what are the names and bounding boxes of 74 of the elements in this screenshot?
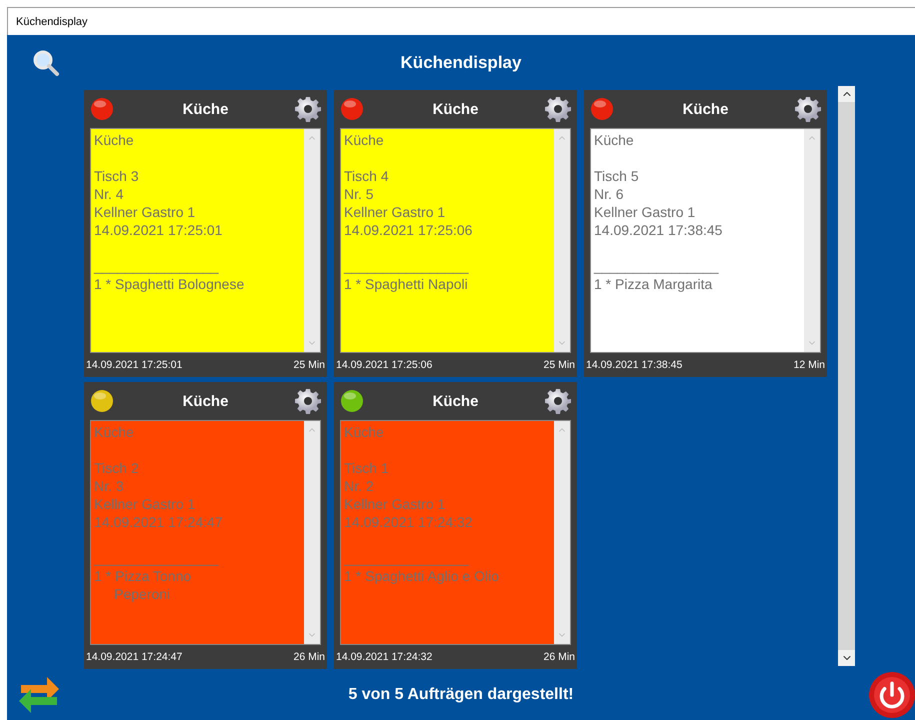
scrollbar[interactable] [554, 129, 570, 352]
status-light-icon [590, 97, 614, 121]
ticket-line: Tisch 5 [594, 167, 639, 185]
ticket-line: Tisch 2 [94, 459, 139, 477]
ticket-line: Kellner Gastro 1 [94, 495, 196, 513]
separator-line: ________________ [344, 257, 469, 275]
card-title: Küche [432, 100, 478, 118]
scroll-down-button[interactable] [838, 650, 855, 666]
order-item: 1 * Spaghetti Napoli [344, 275, 468, 293]
ticket-line: Nr. 5 [344, 185, 374, 203]
status-light-icon [90, 389, 114, 413]
status-message: 5 von 5 Aufträgen dargestellt! [348, 686, 574, 704]
power-icon[interactable] [869, 672, 915, 718]
card-title: Küche [682, 100, 728, 118]
scroll-up-button[interactable] [838, 86, 855, 102]
gear-icon[interactable] [795, 96, 821, 122]
elapsed-time: 26 Min [543, 651, 575, 663]
ticket-line: Küche [94, 423, 134, 441]
ticket-line: Küche [594, 131, 634, 149]
order-timestamp: 14.09.2021 17:25:01 [86, 359, 182, 371]
card-title: Küche [182, 392, 228, 410]
ticket-line: Tisch 1 [344, 459, 389, 477]
order-timestamp: 14.09.2021 17:25:06 [336, 359, 432, 371]
elapsed-time: 25 Min [293, 359, 325, 371]
app-heading: Küchendisplay [400, 52, 522, 72]
scrollbar[interactable] [554, 421, 570, 644]
order-timestamp: 14.09.2021 17:24:32 [336, 651, 432, 663]
status-light-icon [340, 389, 364, 413]
elapsed-time: 26 Min [293, 651, 325, 663]
ticket-line: Kellner Gastro 1 [344, 203, 446, 221]
scrollbar[interactable] [838, 86, 855, 666]
order-timestamp: 14.09.2021 17:38:45 [586, 359, 682, 371]
order-timestamp: 14.09.2021 17:24:47 [86, 651, 182, 663]
ticket-line: Küche [344, 131, 384, 149]
ticket-line: Tisch 4 [344, 167, 389, 185]
order-item: 1 * Spaghetti Aglio e Olio [344, 567, 499, 585]
ticket-line: 14.09.2021 17:24:47 [94, 513, 222, 531]
scrollbar[interactable] [304, 421, 320, 644]
gear-icon[interactable] [545, 388, 571, 414]
separator-line: ________________ [94, 549, 219, 567]
card-title: Küche [432, 392, 478, 410]
ticket-line: Nr. 2 [344, 477, 374, 495]
elapsed-time: 12 Min [793, 359, 825, 371]
ticket-line: Küche [94, 131, 134, 149]
ticket-line: 14.09.2021 17:24:32 [344, 513, 472, 531]
ticket-line: Kellner Gastro 1 [594, 203, 696, 221]
status-light-icon [340, 97, 364, 121]
gear-icon[interactable] [295, 388, 321, 414]
order-item: 1 * Pizza Tonno [94, 567, 192, 585]
card-title: Küche [182, 100, 228, 118]
separator-line: ________________ [594, 257, 719, 275]
order-item: 1 * Pizza Margarita [594, 275, 712, 293]
separator-line: ________________ [94, 257, 219, 275]
ticket-line: 14.09.2021 17:25:01 [94, 221, 222, 239]
ticket-line: Nr. 4 [94, 185, 124, 203]
ticket-line: Kellner Gastro 1 [94, 203, 196, 221]
ticket-line: Nr. 3 [94, 477, 124, 495]
order-item: 1 * Spaghetti Bolognese [94, 275, 244, 293]
elapsed-time: 25 Min [543, 359, 575, 371]
ticket-line: 14.09.2021 17:38:45 [594, 221, 722, 239]
separator-line: ________________ [344, 549, 469, 567]
order-item: Peperoni [113, 585, 170, 603]
ticket-line: Kellner Gastro 1 [344, 495, 446, 513]
gear-icon[interactable] [295, 96, 321, 122]
status-light-icon [90, 97, 114, 121]
gear-icon[interactable] [545, 96, 571, 122]
ticket-line: Küche [344, 423, 384, 441]
window-title: Küchendisplay [16, 16, 88, 28]
search-icon[interactable] [32, 48, 60, 76]
ticket-line: 14.09.2021 17:25:06 [344, 221, 472, 239]
scrollbar[interactable] [304, 129, 320, 352]
ticket-line: Nr. 6 [594, 185, 624, 203]
ticket-line: Tisch 3 [94, 167, 139, 185]
scrollbar[interactable] [804, 129, 820, 352]
